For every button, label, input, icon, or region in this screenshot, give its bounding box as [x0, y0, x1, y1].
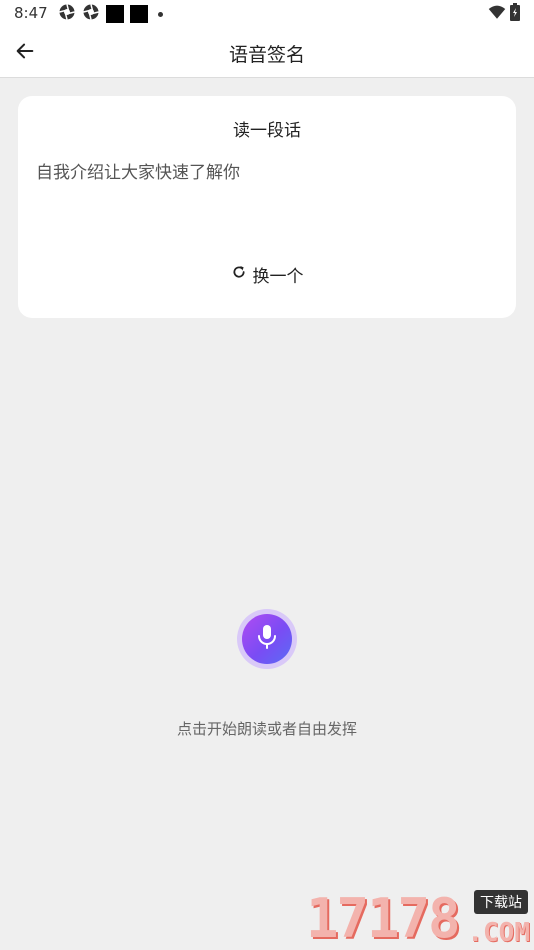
change-prompt-button[interactable]: 换一个: [18, 262, 516, 287]
watermark-badge: 下载站: [474, 890, 528, 914]
record-button[interactable]: [237, 609, 297, 669]
app-bar: 语音签名: [0, 28, 534, 78]
card-title: 读一段话: [233, 121, 301, 141]
wifi-icon: [488, 4, 506, 24]
screen: 8:47 语音签名 读一段话 自我介绍让大家快速了解你 换一个 点击开始朗读或者…: [0, 0, 534, 950]
refresh-icon: [231, 264, 247, 285]
prompt-text: 自我介绍让大家快速了解你: [36, 163, 240, 183]
app-notification-icon: [130, 5, 148, 23]
watermark-logo: 17178 下载站 .COM: [306, 887, 532, 950]
microphone-icon: [256, 624, 278, 654]
record-hint: 点击开始朗读或者自由发挥: [176, 720, 357, 738]
more-notifications-dot-icon: [158, 11, 163, 17]
watermark-suffix: .COM: [467, 918, 530, 948]
aperture-icon: [58, 3, 76, 25]
battery-icon: [510, 3, 520, 25]
system-icons: [488, 3, 520, 25]
record-button-inner: [242, 614, 292, 664]
aperture-icon: [82, 3, 100, 25]
watermark-digits: 17178: [306, 887, 461, 950]
status-time: 8:47: [14, 4, 48, 22]
page-title: 语音签名: [228, 44, 305, 66]
status-bar: 8:47: [0, 0, 534, 28]
reading-prompt-card: 读一段话 自我介绍让大家快速了解你 换一个: [18, 96, 516, 318]
notification-icons: [58, 4, 163, 24]
change-prompt-label: 换一个: [252, 267, 304, 287]
app-notification-icon: [106, 5, 124, 23]
